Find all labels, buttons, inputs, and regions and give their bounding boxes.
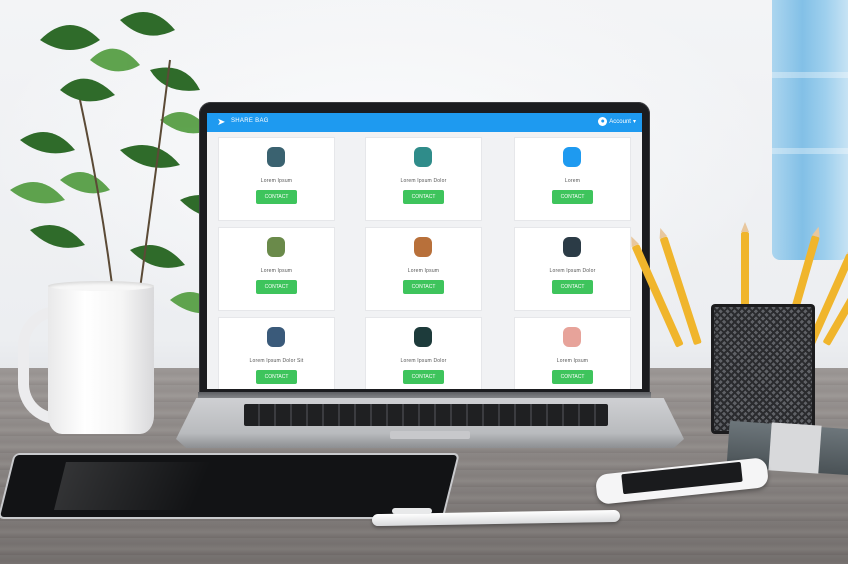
chevron-down-icon: ▾ <box>632 119 636 125</box>
person-icon <box>563 237 581 257</box>
contact-button[interactable]: CONTACT <box>403 280 444 294</box>
laptop-keyboard <box>244 404 608 426</box>
contact-button[interactable]: CONTACT <box>256 280 297 294</box>
contact-name: Lorem Ipsum <box>260 268 293 274</box>
contact-card: Lorem Ipsum CONTACT <box>365 227 482 311</box>
person-icon <box>267 147 285 167</box>
contact-button[interactable]: CONTACT <box>552 190 593 204</box>
laptop-trackpad <box>390 431 470 439</box>
notebook-band <box>768 422 822 474</box>
pen-clip <box>392 508 432 514</box>
coffee-mug <box>48 284 154 434</box>
contact-name: Lorem <box>564 178 581 184</box>
pencil-holder <box>711 304 815 434</box>
contact-name: Lorem Ipsum Dolor <box>400 358 447 364</box>
contact-name: Lorem Ipsum Dolor <box>549 268 596 274</box>
app-title: SHARE BAG <box>231 118 269 124</box>
person-icon <box>563 327 581 347</box>
water-bottle-ring <box>772 148 848 154</box>
contact-button[interactable]: CONTACT <box>403 190 444 204</box>
contact-button[interactable]: CONTACT <box>256 190 297 204</box>
contact-button[interactable]: CONTACT <box>552 370 593 384</box>
contact-card: Lorem Ipsum Dolor CONTACT <box>514 227 631 311</box>
account-menu[interactable]: ● Account ▾ <box>598 117 636 126</box>
person-icon <box>414 237 432 257</box>
account-label: Account <box>609 118 631 125</box>
contact-button[interactable]: CONTACT <box>403 370 444 384</box>
person-icon <box>267 327 285 347</box>
contact-button[interactable]: CONTACT <box>552 280 593 294</box>
contact-name: Lorem Ipsum <box>260 178 293 184</box>
app-header: ➤ SHARE BAG ● Account ▾ <box>207 113 642 132</box>
contact-card: Lorem Ipsum Dolor Sit CONTACT <box>218 317 335 389</box>
mug-rim <box>48 281 154 291</box>
contact-button[interactable]: CONTACT <box>256 370 297 384</box>
contact-name: Lorem Ipsum Dolor Sit <box>249 358 304 364</box>
tablet-glare <box>54 462 266 510</box>
contact-card: Lorem Ipsum Dolor CONTACT <box>365 137 482 221</box>
water-bottle <box>772 0 848 260</box>
contact-name: Lorem Ipsum Dolor <box>400 178 447 184</box>
contact-card: Lorem Ipsum CONTACT <box>514 317 631 389</box>
contact-card: Lorem Ipsum Dolor CONTACT <box>365 317 482 389</box>
contact-name: Lorem Ipsum <box>407 268 440 274</box>
person-icon <box>563 147 581 167</box>
person-icon <box>414 327 432 347</box>
water-bottle-ring <box>772 72 848 78</box>
user-icon: ● <box>598 117 608 126</box>
contact-card: Lorem CONTACT <box>514 137 631 221</box>
person-icon <box>414 147 432 167</box>
contact-card: Lorem Ipsum CONTACT <box>218 227 335 311</box>
contact-card: Lorem Ipsum CONTACT <box>218 137 335 221</box>
logo-icon: ➤ <box>217 117 226 128</box>
contact-name: Lorem Ipsum <box>556 358 589 364</box>
desk-scene: ➤ SHARE BAG ● Account ▾ Lorem Ipsum CONT… <box>0 0 848 564</box>
person-icon <box>267 237 285 257</box>
laptop-screen: ➤ SHARE BAG ● Account ▾ Lorem Ipsum CONT… <box>207 113 642 389</box>
